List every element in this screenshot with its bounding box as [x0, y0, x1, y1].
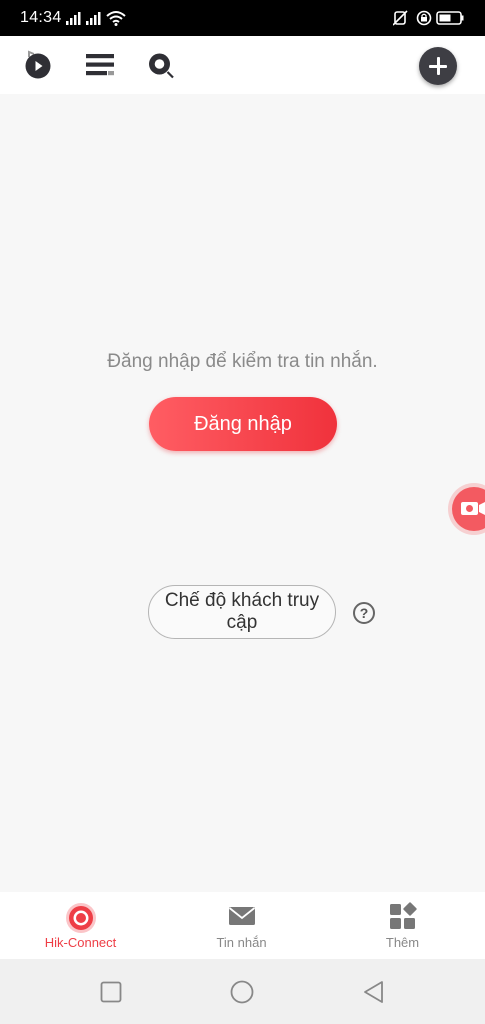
- hik-connect-icon: [65, 903, 96, 933]
- top-app-bar: [0, 36, 485, 94]
- nav-label-messages: Tin nhắn: [216, 935, 267, 950]
- recent-apps-icon[interactable]: [98, 979, 124, 1005]
- mail-icon: [228, 907, 255, 925]
- back-icon[interactable]: [361, 979, 387, 1005]
- add-device-button[interactable]: [419, 47, 457, 85]
- bottom-navigation: Hik-Connect Tin nhắn Thêm: [0, 892, 485, 959]
- list-icon[interactable]: [85, 50, 115, 80]
- nav-messages[interactable]: Tin nhắn: [161, 892, 322, 959]
- messages-content: Đăng nhập để kiểm tra tin nhắn. Đăng nhậ…: [0, 94, 485, 892]
- home-icon[interactable]: [229, 979, 255, 1005]
- status-bar: 14:34: [0, 0, 485, 36]
- nav-label-hik-connect: Hik-Connect: [44, 935, 117, 950]
- nav-more[interactable]: Thêm: [322, 892, 483, 959]
- camera-icon: [461, 502, 485, 515]
- nav-hik-connect[interactable]: Hik-Connect: [0, 892, 161, 959]
- login-prompt-text: Đăng nhập để kiểm tra tin nhắn.: [107, 351, 378, 372]
- cell-signal-2-icon: [86, 12, 101, 25]
- system-navigation-bar: [0, 959, 485, 1024]
- search-icon[interactable]: [146, 50, 176, 80]
- status-time: 14:34: [20, 9, 62, 26]
- status-right-icons: [393, 10, 464, 26]
- nav-label-more: Thêm: [385, 935, 420, 950]
- help-icon[interactable]: ?: [353, 602, 375, 624]
- more-grid-icon: [389, 902, 417, 929]
- play-icon[interactable]: [23, 50, 53, 80]
- floating-camera-button[interactable]: [452, 487, 485, 531]
- cell-signal-icon: [66, 12, 81, 25]
- guest-mode-button[interactable]: Chế độ khách truy cập: [148, 585, 336, 639]
- login-button[interactable]: Đăng nhập: [149, 397, 337, 451]
- wifi-icon: [106, 11, 126, 26]
